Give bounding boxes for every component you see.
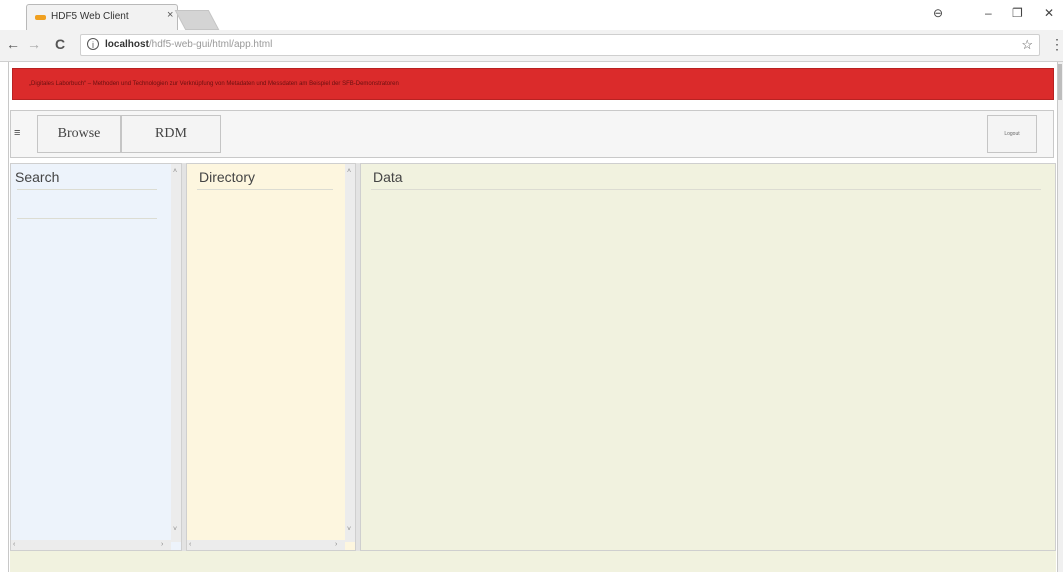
page-scrollbar[interactable]	[1058, 62, 1063, 572]
account-icon[interactable]: ⊖	[933, 6, 943, 20]
close-window-icon[interactable]: ✕	[1044, 6, 1054, 20]
minimize-icon[interactable]: –	[985, 6, 992, 20]
menu-icon[interactable]: ≡	[14, 127, 20, 139]
scroll-right-icon[interactable]: ›	[161, 541, 163, 548]
search-hscroll[interactable]: ‹ ›	[11, 540, 171, 550]
back-icon[interactable]: ←	[6, 36, 20, 52]
data-divider	[371, 189, 1041, 190]
rdm-button[interactable]: RDM	[121, 115, 221, 153]
bookmark-star-icon[interactable]: ☆	[1021, 37, 1033, 53]
tab-strip: HDF5 Web Client × ⊖ – ❐ ✕	[0, 0, 1063, 30]
forward-icon[interactable]: →	[27, 36, 41, 52]
search-panel-title: Search	[15, 169, 60, 185]
data-panel: Data	[360, 163, 1056, 551]
new-tab-button[interactable]	[174, 10, 220, 30]
scroll-left-icon[interactable]: ‹	[13, 541, 15, 548]
workspace: Search ˄ ˅ ‹ › Directory ˄ ˅ ‹ › Data	[10, 163, 1056, 551]
directory-vscroll[interactable]: ˄ ˅	[345, 164, 355, 542]
project-banner: „Digitales Laborbuch“ – Methoden und Tec…	[12, 68, 1054, 100]
search-vscroll[interactable]: ˄ ˅	[171, 164, 181, 542]
scroll-left-icon[interactable]: ‹	[189, 541, 191, 548]
app-navbar: ≡ Browse RDM Logout	[10, 110, 1054, 158]
browse-button[interactable]: Browse	[37, 115, 121, 153]
scroll-right-icon[interactable]: ›	[335, 541, 337, 548]
footer-strip	[10, 551, 1056, 572]
favicon-icon	[35, 15, 46, 20]
search-divider	[17, 189, 157, 190]
page-border-left	[8, 62, 9, 572]
data-panel-title: Data	[373, 169, 403, 185]
browser-menu-icon[interactable]: ⋮	[1050, 36, 1063, 53]
scroll-up-icon[interactable]: ˄	[347, 168, 351, 175]
search-divider-2	[17, 218, 157, 219]
reload-icon[interactable]: C	[55, 36, 65, 52]
directory-panel: Directory ˄ ˅ ‹ ›	[186, 163, 356, 551]
info-icon[interactable]: i	[87, 38, 99, 50]
directory-divider	[197, 189, 333, 190]
browser-toolbar: ← → C i localhost/hdf5-web-gui/html/app.…	[0, 30, 1063, 62]
url-path: /hdf5-web-gui/html/app.html	[148, 39, 273, 50]
browser-tab[interactable]: HDF5 Web Client ×	[26, 4, 178, 30]
address-bar[interactable]: i localhost/hdf5-web-gui/html/app.html ☆	[80, 34, 1040, 56]
scroll-down-icon[interactable]: ˅	[173, 526, 177, 533]
scroll-up-icon[interactable]: ˄	[173, 168, 177, 175]
url-host: localhost	[105, 39, 149, 50]
scroll-down-icon[interactable]: ˅	[347, 526, 351, 533]
directory-panel-title: Directory	[199, 169, 256, 185]
directory-hscroll[interactable]: ‹ ›	[187, 540, 345, 550]
restore-icon[interactable]: ❐	[1012, 6, 1023, 20]
url-text: localhost/hdf5-web-gui/html/app.html	[105, 39, 272, 50]
tab-close-icon[interactable]: ×	[167, 9, 173, 21]
tab-title: HDF5 Web Client	[51, 11, 129, 22]
logout-button[interactable]: Logout	[987, 115, 1037, 153]
page-scrollbar-thumb[interactable]	[1058, 64, 1062, 100]
banner-text: „Digitales Laborbuch“ – Methoden und Tec…	[29, 81, 399, 87]
search-panel: Search ˄ ˅ ‹ ›	[10, 163, 182, 551]
